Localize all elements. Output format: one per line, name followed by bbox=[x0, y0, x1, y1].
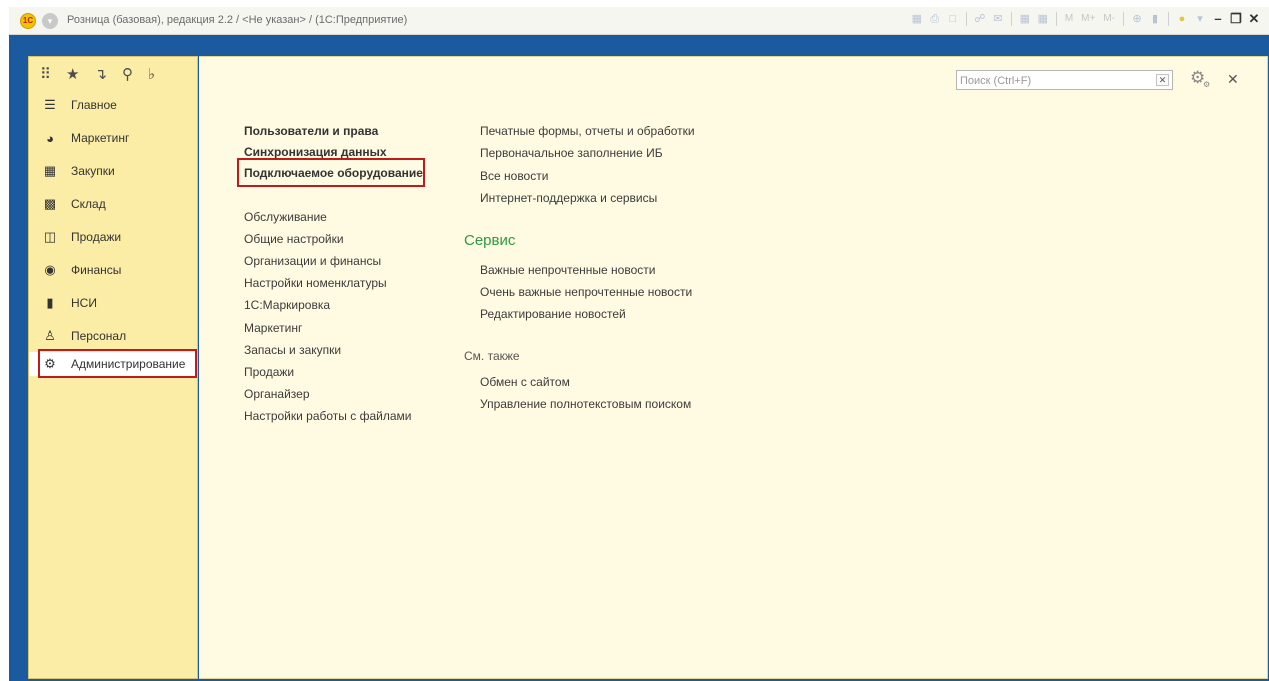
mail-icon[interactable]: ✉ bbox=[991, 12, 1005, 26]
window-title: Розница (базовая), редакция 2.2 / <Не ук… bbox=[67, 14, 408, 26]
person-icon: ♙ bbox=[44, 328, 56, 343]
memory-plus-button[interactable]: M+ bbox=[1079, 12, 1097, 26]
info-icon[interactable]: ● bbox=[1175, 12, 1189, 26]
sidebar-item-finance[interactable]: ◉ Финансы bbox=[29, 258, 197, 282]
link-very-important-news[interactable]: Очень важные непрочтенные новости bbox=[480, 285, 692, 299]
sidebar-item-personnel[interactable]: ♙ Персонал bbox=[29, 324, 197, 348]
sidebar-item-label: Закупки bbox=[71, 164, 115, 178]
dropdown-icon[interactable]: ▾ bbox=[1193, 12, 1207, 26]
link-orgs-finance[interactable]: Организации и финансы bbox=[244, 254, 381, 268]
toolbar-divider bbox=[1010, 12, 1012, 26]
calendar-icon[interactable]: ▦ bbox=[1036, 12, 1050, 26]
sidebar-item-label: Маркетинг bbox=[71, 131, 130, 145]
toolbar-divider bbox=[965, 12, 967, 26]
link-users-rights[interactable]: Пользователи и права bbox=[244, 124, 378, 138]
gear-icon: ⚙ bbox=[44, 356, 56, 371]
minimize-icon[interactable]: – bbox=[1211, 12, 1225, 26]
toolbar-divider bbox=[1055, 12, 1057, 26]
link-file-settings[interactable]: Настройки работы с файлами bbox=[244, 409, 411, 423]
sidebar-item-warehouse[interactable]: ▩ Склад bbox=[29, 192, 197, 216]
sidebar-item-administration[interactable]: ⚙ Администрирование bbox=[29, 352, 197, 376]
link-icon[interactable]: ☍ bbox=[973, 12, 987, 26]
search-input[interactable] bbox=[957, 72, 1153, 90]
search-icon[interactable]: ⚲ bbox=[122, 67, 133, 83]
sidebar-item-nsi[interactable]: ▮ НСИ bbox=[29, 291, 197, 315]
sidebar-item-main[interactable]: ☰ Главное bbox=[29, 93, 197, 117]
restore-icon[interactable]: ❐ bbox=[1229, 12, 1243, 26]
history-icon[interactable]: ↴ bbox=[94, 67, 107, 83]
print-icon[interactable]: ⎙ bbox=[928, 12, 942, 26]
sidebar-item-label: Продажи bbox=[71, 230, 122, 244]
link-initial-fill[interactable]: Первоначальное заполнение ИБ bbox=[480, 146, 663, 160]
link-print-forms[interactable]: Печатные формы, отчеты и обработки bbox=[480, 124, 695, 138]
clear-search-icon[interactable]: ✕ bbox=[1156, 74, 1169, 86]
sidebar-item-label: Администрирование bbox=[71, 357, 186, 371]
star-icon[interactable]: ★ bbox=[66, 67, 79, 83]
search-field[interactable]: ✕ bbox=[956, 70, 1173, 90]
memory-button[interactable]: M bbox=[1063, 12, 1075, 26]
toolbar-divider bbox=[1123, 12, 1124, 26]
books-icon: ▮ bbox=[46, 295, 54, 310]
table-icon[interactable]: ▦ bbox=[1018, 12, 1032, 26]
link-organizer[interactable]: Органайзер bbox=[244, 387, 310, 401]
sidebar-item-label: Главное bbox=[71, 98, 117, 112]
zoom-icon[interactable]: ⊕ bbox=[1130, 12, 1144, 26]
link-stock-purchases[interactable]: Запасы и закупки bbox=[244, 343, 341, 357]
sidebar-item-marketing[interactable]: ◕ Маркетинг bbox=[29, 126, 197, 150]
link-fulltext-search[interactable]: Управление полнотекстовым поиском bbox=[480, 397, 691, 411]
title-bar: 1С ▾ Розница (базовая), редакция 2.2 / <… bbox=[9, 7, 1269, 35]
sections-panel: ⠿ ★ ↴ ⚲ ♭ ☰ Главное ◕ Маркетинг ▦ Закупк… bbox=[28, 56, 198, 679]
menu-lines-icon: ☰ bbox=[44, 97, 56, 112]
toolbar-divider bbox=[1168, 12, 1169, 26]
link-internet-support[interactable]: Интернет-поддержка и сервисы bbox=[480, 191, 657, 205]
close-window-icon[interactable]: ✕ bbox=[1247, 12, 1261, 26]
close-panel-icon[interactable]: ✕ bbox=[1227, 71, 1239, 88]
sidebar-item-label: Финансы bbox=[71, 263, 122, 277]
section-content-panel: ✕ ⚙ ⚙ ✕ Пользователи и права Синхронизац… bbox=[199, 56, 1268, 679]
sidebar-item-label: Склад bbox=[71, 197, 106, 211]
settings-gear-small-icon: ⚙ bbox=[1203, 80, 1211, 89]
warehouse-icon: ▩ bbox=[43, 196, 57, 211]
sidebar-item-label: Персонал bbox=[71, 329, 127, 343]
section-title-see-also: См. также bbox=[464, 349, 520, 363]
preview-icon[interactable]: □ bbox=[946, 12, 960, 26]
link-marking[interactable]: 1С:Маркировка bbox=[244, 298, 330, 312]
ruble-coin-icon: ◉ bbox=[44, 262, 56, 277]
link-sales[interactable]: Продажи bbox=[244, 365, 294, 379]
sidebar-item-sales[interactable]: ◫ Продажи bbox=[29, 225, 197, 249]
link-important-news[interactable]: Важные непрочтенные новости bbox=[480, 263, 655, 277]
panels-icon[interactable]: ▮ bbox=[1148, 12, 1162, 26]
apps-grid-icon[interactable]: ⠿ bbox=[40, 67, 51, 83]
memory-minus-button[interactable]: M- bbox=[1101, 12, 1117, 26]
link-edit-news[interactable]: Редактирование новостей bbox=[480, 307, 626, 321]
cart-icon: ▦ bbox=[43, 163, 57, 178]
sidebar-toolbar: ⠿ ★ ↴ ⚲ ♭ bbox=[29, 57, 197, 93]
app-window: 1С ▾ Розница (базовая), редакция 2.2 / <… bbox=[9, 7, 1269, 681]
link-connected-equipment[interactable]: Подключаемое оборудование bbox=[244, 166, 423, 180]
bell-icon[interactable]: ♭ bbox=[148, 67, 155, 83]
title-toolbar: ▦ ⎙ □ ☍ ✉ ▦ ▦ M M+ M- ⊕ ▮ ● ▾ – ❐ ✕ bbox=[910, 12, 1261, 26]
link-marketing[interactable]: Маркетинг bbox=[244, 321, 302, 335]
main-menu-button[interactable]: ▾ bbox=[42, 13, 58, 29]
sidebar-item-label: НСИ bbox=[71, 296, 97, 310]
section-title-service: Сервис bbox=[464, 232, 516, 249]
save-icon[interactable]: ▦ bbox=[910, 12, 924, 26]
basket-icon: ◫ bbox=[43, 229, 57, 244]
link-all-news[interactable]: Все новости bbox=[480, 169, 548, 183]
link-general-settings[interactable]: Общие настройки bbox=[244, 232, 344, 246]
app-logo-icon[interactable]: 1С bbox=[20, 13, 36, 29]
content-area: ⠿ ★ ↴ ⚲ ♭ ☰ Главное ◕ Маркетинг ▦ Закупк… bbox=[28, 56, 1268, 681]
link-data-sync[interactable]: Синхронизация данных bbox=[244, 145, 387, 159]
link-nomenclature-settings[interactable]: Настройки номенклатуры bbox=[244, 276, 387, 290]
link-maintenance[interactable]: Обслуживание bbox=[244, 210, 327, 224]
pie-chart-icon: ◕ bbox=[46, 130, 54, 146]
sidebar-item-purchases[interactable]: ▦ Закупки bbox=[29, 159, 197, 183]
link-site-exchange[interactable]: Обмен с сайтом bbox=[480, 375, 570, 389]
